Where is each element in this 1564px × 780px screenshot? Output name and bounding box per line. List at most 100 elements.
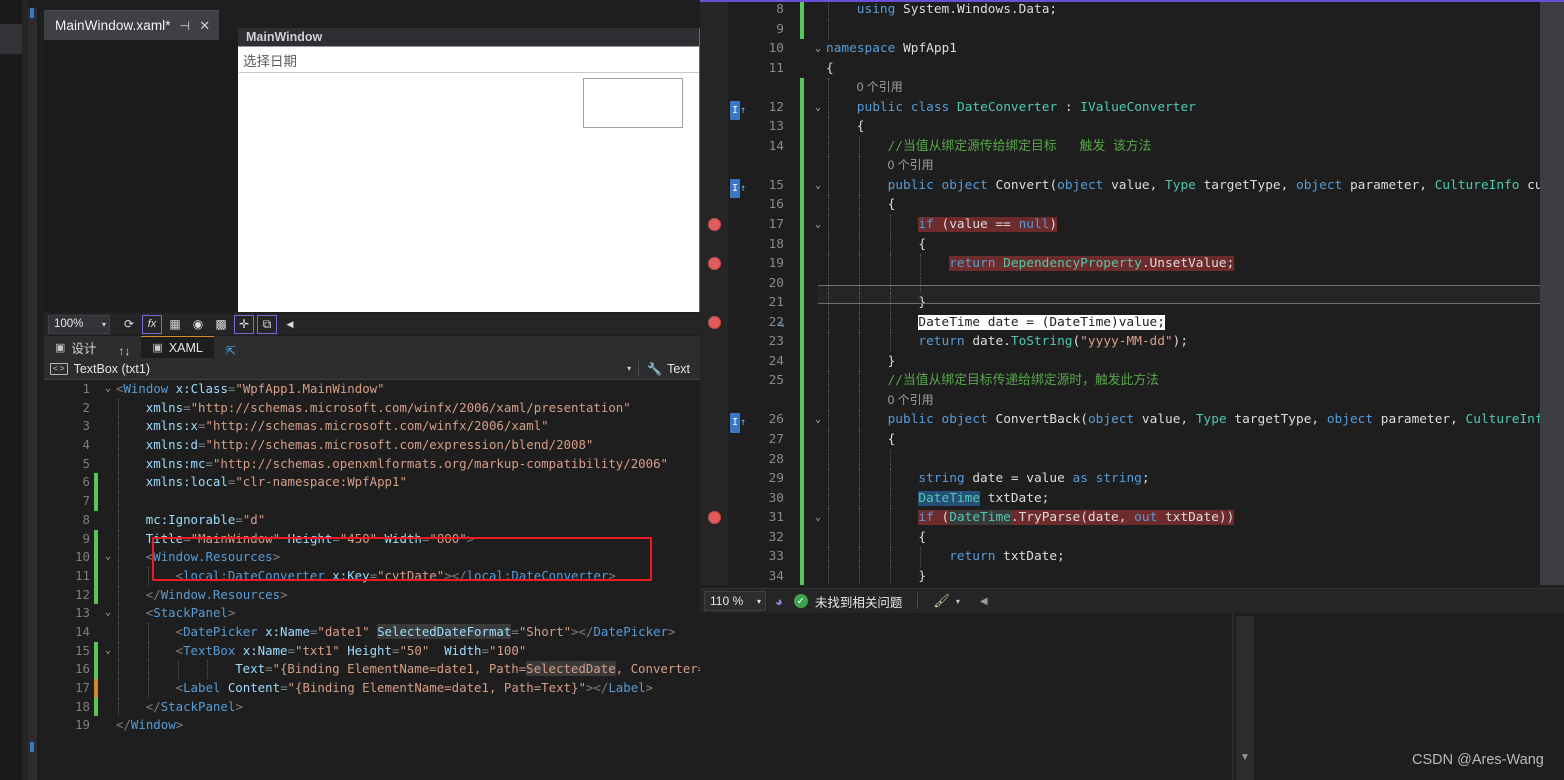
csharp-code-line[interactable]: 16 { [700,195,1564,216]
csharp-code-line[interactable]: ✎ 22 DateTime date = (DateTime)value; [700,312,1564,333]
transparency-icon[interactable]: ▩ [211,315,231,334]
editor-zoom-combo[interactable]: 110 % ▾ [704,591,766,611]
codelens-row[interactable]: 0 个引用 [700,78,1564,98]
fold-toggle-icon[interactable]: ⌄ [812,176,824,196]
breakpoint-icon[interactable] [708,315,721,329]
xaml-code-line[interactable]: 10 ⌄ <Window.Resources> [44,548,700,567]
csharp-code-line[interactable]: 8 using System.Windows.Data; [700,0,1564,20]
left-vertical-scrollbar[interactable] [28,8,37,780]
csharp-code-line[interactable]: 25 //当值从绑定目标传递给绑定源时，触发此方法 [700,371,1564,391]
csharp-code-line[interactable]: 21} [700,293,1564,313]
csharp-code-line[interactable]: 18 { [700,234,1564,255]
close-icon[interactable]: ✕ [199,18,210,34]
xaml-code-line[interactable]: 5 xmlns:mc="http://schemas.openxmlformats… [44,454,700,474]
fold-toggle-icon[interactable]: ⌄ [812,215,824,235]
textbox-control[interactable] [583,78,683,128]
csharp-code-line[interactable]: 13 { [700,117,1564,137]
csharp-code-line[interactable]: 30 DateTime txtDate; [700,488,1564,509]
xaml-code-line[interactable]: 3 xmlns:x="http://schemas.microsoft.com/w… [44,417,700,437]
tab-xaml[interactable]: ▣ XAML [141,336,214,358]
csharp-code-line[interactable]: 28 [700,449,1564,470]
breakpoint-icon[interactable] [708,511,721,525]
xaml-code-line[interactable]: 2 xmlns="http://schemas.microsoft.com/win… [44,398,700,418]
xaml-code-line[interactable]: 19 </Window> [44,716,700,735]
csharp-code-line[interactable]: I ↑ 26 ⌄ public object ConvertBack(object va… [700,410,1564,434]
codelens-text[interactable]: 0 个引用 [888,391,934,411]
csharp-code-line[interactable]: 19 return DependencyProperty.UnsetValue; [700,254,1564,274]
effects-fx-icon[interactable]: fx [142,314,162,334]
csharp-code-line[interactable]: 24} [700,351,1564,372]
fold-toggle-icon[interactable]: ⌄ [102,604,114,623]
csharp-code-line[interactable]: I ↑ 12 ⌄ public class DateConverter : IValue… [700,97,1564,121]
scroll-down-icon[interactable]: ▼ [1238,752,1252,763]
csharp-code-line[interactable]: 29 string date = value as string; [700,469,1564,489]
codelens-text[interactable]: 0 个引用 [888,156,934,176]
xaml-code-line[interactable]: 9 Title="MainWindow" Height="450" Width="… [44,529,700,549]
csharp-code-line[interactable]: 17 ⌄ if (value == null) [700,215,1564,235]
collapse-pane-icon[interactable]: ◀ [280,315,300,334]
code-cleanup-icon[interactable]: 🖌 [933,593,950,609]
document-tab-mainwindow-xaml[interactable]: MainWindow.xaml* ⊣ ✕ [44,10,220,40]
xaml-code-line[interactable]: 11 <local:DateConverter x:Key="cvtDate"><… [44,566,700,586]
xaml-code-line[interactable]: 1 ⌄ <Window x:Class="WpfApp1.MainWindow" [44,380,700,399]
swap-panes-icon[interactable]: ↑↓ [107,344,141,358]
breadcrumb-element[interactable]: < > TextBox (txt1) [44,362,627,376]
fold-toggle-icon[interactable]: ⌄ [812,98,824,118]
fold-toggle-icon[interactable]: ⌄ [812,508,824,528]
csharp-code-line[interactable]: 10 ⌄ namespace WpfApp1 [700,39,1564,59]
xaml-code-line[interactable]: 4 xmlns:d="http://schemas.microsoft.com/e… [44,436,700,455]
xaml-code-line[interactable]: 16 Text="{Binding ElementName=date1, Path… [44,660,700,679]
nav-left-icon[interactable]: ◀ [980,596,988,607]
datepicker-control[interactable]: 选择日期 [239,47,699,73]
chevron-down-icon[interactable]: ▾ [627,364,638,373]
csharp-code-line[interactable]: 11 { [700,59,1564,79]
fold-toggle-icon[interactable]: ⌄ [102,380,114,399]
csharp-code-line[interactable]: I ↑ 15 ⌄ public object Convert(object value,… [700,175,1564,199]
xaml-code-line[interactable]: 12 </Window.Resources> [44,585,700,605]
breakpoint-icon[interactable] [708,257,721,271]
codelens-row[interactable]: 0 个引用 [700,390,1564,411]
csharp-code-line[interactable]: 31 ⌄ if (DateTime.TryParse(date, out txtDa… [700,508,1564,528]
designer-zoom-combo[interactable]: 100% ▾ [48,314,110,334]
left-rail-tab[interactable] [0,24,22,54]
xaml-code-line[interactable]: 6 xmlns:local="clr-namespace:WpfApp1" [44,473,700,493]
xaml-code-line[interactable]: 7 [44,492,700,511]
csharp-vertical-scrollbar[interactable] [1540,2,1564,585]
xaml-code-line[interactable]: 8 mc:Ignorable="d" [44,510,700,530]
fold-toggle-icon[interactable]: ⌄ [812,410,824,430]
csharp-code-line[interactable]: 23 return date.ToString("yyyy-MM-dd"); [700,332,1564,352]
fold-toggle-icon[interactable]: ⌄ [102,642,114,661]
snap-to-guides-icon[interactable]: ✛ [234,314,254,334]
pop-out-icon[interactable]: ⇱ [214,344,248,358]
xaml-code-line[interactable]: 14 <DatePicker x:Name="date1" SelectedDat… [44,622,700,642]
xaml-code-editor[interactable]: 1 ⌄ <Window x:Class="WpfApp1.MainWindow" 2 x… [44,380,700,780]
csharp-code-line[interactable]: 33 return txtDate; [700,547,1564,567]
csharp-code-line[interactable]: 34} [700,566,1564,585]
fold-toggle-icon[interactable]: ⌄ [812,39,824,59]
xaml-code-line[interactable]: 17 <Label Content="{Binding ElementName=d… [44,679,700,698]
csharp-code-editor[interactable]: 8 using System.Windows.Data; 9 10 ⌄ namespace… [700,0,1564,585]
fold-toggle-icon[interactable]: ⌄ [102,548,114,567]
xaml-code-line[interactable]: 15 ⌄ <TextBox x:Name="txt1" Height="50" Wi… [44,641,700,661]
csharp-code-line[interactable]: 14 //当值从绑定源传给绑定目标 触发 该方法 [700,136,1564,157]
xaml-code-line[interactable]: 18 </StackPanel> [44,697,700,717]
breadcrumb-property[interactable]: 🔧 Text [639,362,700,376]
artboard-shadow-icon[interactable]: ⧉ [257,314,277,334]
grid-icon[interactable]: ▦ [165,315,185,334]
refresh-icon[interactable]: ⟳ [119,315,139,334]
csharp-code-line[interactable]: 20 [700,273,1564,294]
snap-settings-icon[interactable]: ◉ [188,315,208,334]
codelens-row[interactable]: 0 个引用 [700,156,1564,176]
csharp-code-line[interactable]: 27 { [700,430,1564,450]
designer-surface[interactable]: MainWindow 选择日期 [44,28,700,312]
breakpoint-icon[interactable] [708,218,721,232]
csharp-code-line[interactable]: 9 [700,19,1564,40]
csharp-code-line[interactable]: 32 { [700,527,1564,548]
tab-design[interactable]: ▣ 设计 [44,336,108,358]
xaml-code-line[interactable]: 13 ⌄ <StackPanel> [44,604,700,623]
chevron-down-icon[interactable]: ▾ [102,320,106,329]
pin-icon[interactable]: ⊣ [180,19,191,33]
chevron-down-icon[interactable]: ▾ [757,597,761,606]
codelens-text[interactable]: 0 个引用 [857,78,903,98]
chevron-down-icon[interactable]: ▾ [956,597,960,606]
